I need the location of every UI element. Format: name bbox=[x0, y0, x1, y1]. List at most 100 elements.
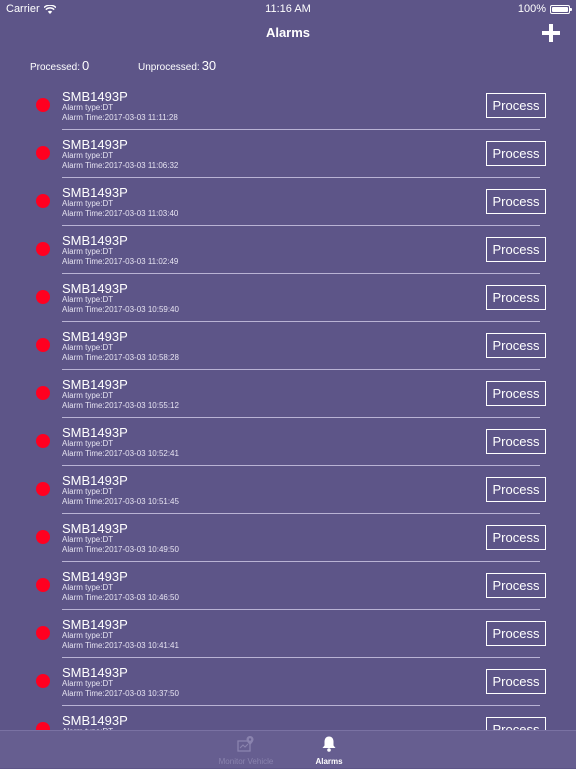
alarm-time: Alarm Time:2017-03-03 11:06:32 bbox=[62, 161, 179, 170]
processed-summary: Processed: 0 bbox=[30, 58, 89, 73]
alarm-row: SMB1493P Alarm type:DT Alarm Time:2017-03-… bbox=[0, 562, 576, 610]
alarm-status-dot bbox=[36, 338, 50, 352]
alarm-time: Alarm Time:2017-03-03 10:46:50 bbox=[62, 593, 179, 602]
alarm-type: Alarm type:DT bbox=[62, 631, 114, 640]
tab-label: Monitor Vehicle bbox=[218, 757, 274, 766]
alarm-time: Alarm Time:2017-03-03 10:41:41 bbox=[62, 641, 179, 650]
alarm-row: SMB1493PAlarm type:DTProcess bbox=[0, 706, 576, 730]
process-button[interactable]: Process bbox=[486, 717, 546, 730]
alarm-type: Alarm type:DT bbox=[62, 439, 114, 448]
vehicle-plate: SMB1493P bbox=[62, 233, 128, 248]
alarm-type: Alarm type:DT bbox=[62, 295, 114, 304]
alarm-list[interactable]: SMB1493P Alarm type:DT Alarm Time:2017-03-… bbox=[0, 82, 576, 730]
unprocessed-label: Unprocessed: bbox=[138, 62, 200, 73]
alarm-time: Alarm Time:2017-03-03 10:51:45 bbox=[62, 497, 179, 506]
alarm-status-dot bbox=[36, 482, 50, 496]
alarm-row: SMB1493P Alarm type:DT Alarm Time:2017-03-… bbox=[0, 466, 576, 514]
alarm-row: SMB1493P Alarm type:DT Alarm Time:2017-03-… bbox=[0, 226, 576, 274]
process-button[interactable]: Process bbox=[486, 477, 546, 502]
processed-count: 0 bbox=[82, 58, 90, 73]
alarm-row: SMB1493P Alarm type:DT Alarm Time:2017-03-… bbox=[0, 82, 576, 130]
process-button[interactable]: Process bbox=[486, 285, 546, 310]
alarm-time: Alarm Time:2017-03-03 10:55:12 bbox=[62, 401, 179, 410]
process-button[interactable]: Process bbox=[486, 189, 546, 214]
alarm-time: Alarm Time:2017-03-03 10:37:50 bbox=[62, 689, 179, 698]
alarm-status-dot bbox=[36, 290, 50, 304]
process-button[interactable]: Process bbox=[486, 141, 546, 166]
alarm-status-dot bbox=[36, 146, 50, 160]
alarm-type: Alarm type:DT bbox=[62, 151, 114, 160]
alarm-time: Alarm Time:2017-03-03 10:49:50 bbox=[62, 545, 179, 554]
alarm-status-dot bbox=[36, 674, 50, 688]
alarm-status-dot bbox=[36, 626, 50, 640]
alarm-row: SMB1493P Alarm type:DT Alarm Time:2017-03-… bbox=[0, 322, 576, 370]
process-button[interactable]: Process bbox=[486, 333, 546, 358]
vehicle-plate: SMB1493P bbox=[62, 377, 128, 392]
process-button[interactable]: Process bbox=[486, 621, 546, 646]
process-button[interactable]: Process bbox=[486, 525, 546, 550]
alarm-time: Alarm Time:2017-03-03 10:52:41 bbox=[62, 449, 179, 458]
alarm-type: Alarm type:DT bbox=[62, 199, 114, 208]
vehicle-plate: SMB1493P bbox=[62, 425, 128, 440]
alarm-time: Alarm Time:2017-03-03 10:58:28 bbox=[62, 353, 179, 362]
alarm-status-dot bbox=[36, 578, 50, 592]
alarm-row: SMB1493P Alarm type:DT Alarm Time:2017-03-… bbox=[0, 418, 576, 466]
page-title: Alarms bbox=[265, 25, 311, 40]
vehicle-plate: SMB1493P bbox=[62, 329, 128, 344]
alarm-row: SMB1493P Alarm type:DT Alarm Time:2017-03-… bbox=[0, 610, 576, 658]
alarm-type: Alarm type:DT bbox=[62, 583, 114, 592]
bell-icon bbox=[322, 736, 336, 752]
vehicle-plate: SMB1493P bbox=[62, 665, 128, 680]
alarm-time: Alarm Time:2017-03-03 11:02:49 bbox=[62, 257, 179, 266]
status-time: 11:16 AM bbox=[265, 3, 311, 15]
alarm-row: SMB1493P Alarm type:DT Alarm Time:2017-03-… bbox=[0, 130, 576, 178]
process-button[interactable]: Process bbox=[486, 669, 546, 694]
tab-alarms[interactable]: Alarms bbox=[289, 731, 369, 769]
alarm-status-dot bbox=[36, 722, 50, 730]
navigation-bar: Alarms bbox=[0, 18, 576, 48]
battery-percent: 100% bbox=[517, 3, 546, 15]
add-alarm-button[interactable] bbox=[540, 22, 562, 44]
tab-label: Alarms bbox=[315, 757, 343, 766]
alarm-time: Alarm Time:2017-03-03 11:03:40 bbox=[62, 209, 179, 218]
status-bar: Carrier 11:16 AM 100% bbox=[0, 0, 576, 18]
process-button[interactable]: Process bbox=[486, 93, 546, 118]
vehicle-plate: SMB1493P bbox=[62, 713, 128, 728]
alarm-status-dot bbox=[36, 98, 50, 112]
process-button[interactable]: Process bbox=[486, 573, 546, 598]
alarm-type: Alarm type:DT bbox=[62, 247, 114, 256]
alarm-time: Alarm Time:2017-03-03 11:11:28 bbox=[62, 113, 178, 122]
vehicle-plate: SMB1493P bbox=[62, 569, 128, 584]
map-pin-icon bbox=[237, 736, 254, 752]
alarm-type: Alarm type:DT bbox=[62, 679, 114, 688]
process-button[interactable]: Process bbox=[486, 237, 546, 262]
alarm-type: Alarm type:DT bbox=[62, 103, 114, 112]
tab-monitor-vehicle[interactable]: Monitor Vehicle bbox=[206, 731, 286, 769]
alarm-time: Alarm Time:2017-03-03 10:59:40 bbox=[62, 305, 179, 314]
process-button[interactable]: Process bbox=[486, 381, 546, 406]
alarm-type: Alarm type:DT bbox=[62, 391, 114, 400]
alarm-status-dot bbox=[36, 434, 50, 448]
vehicle-plate: SMB1493P bbox=[62, 521, 128, 536]
alarm-status-dot bbox=[36, 386, 50, 400]
vehicle-plate: SMB1493P bbox=[62, 617, 128, 632]
alarm-status-dot bbox=[36, 530, 50, 544]
unprocessed-count: 30 bbox=[201, 58, 217, 73]
vehicle-plate: SMB1493P bbox=[62, 281, 128, 296]
alarm-row: SMB1493P Alarm type:DT Alarm Time:2017-03-… bbox=[0, 178, 576, 226]
alarm-row: SMB1493P Alarm type:DT Alarm Time:2017-03-… bbox=[0, 514, 576, 562]
alarm-row: SMB1493P Alarm type:DT Alarm Time:2017-03-… bbox=[0, 658, 576, 706]
alarm-row: SMB1493P Alarm type:DT Alarm Time:2017-03-… bbox=[0, 370, 576, 418]
alarm-type: Alarm type:DT bbox=[62, 535, 114, 544]
vehicle-plate: SMB1493P bbox=[62, 137, 128, 152]
unprocessed-summary: Unprocessed: 30 bbox=[138, 58, 216, 73]
alarm-type: Alarm type:DT bbox=[62, 343, 114, 352]
process-button[interactable]: Process bbox=[486, 429, 546, 454]
vehicle-plate: SMB1493P bbox=[62, 185, 128, 200]
battery-icon bbox=[550, 4, 572, 14]
vehicle-plate: SMB1493P bbox=[62, 473, 128, 488]
alarm-status-dot bbox=[36, 242, 50, 256]
status-right: 100% bbox=[517, 3, 572, 15]
vehicle-plate: SMB1493P bbox=[62, 89, 128, 104]
alarm-row: SMB1493P Alarm type:DT Alarm Time:2017-03-… bbox=[0, 274, 576, 322]
